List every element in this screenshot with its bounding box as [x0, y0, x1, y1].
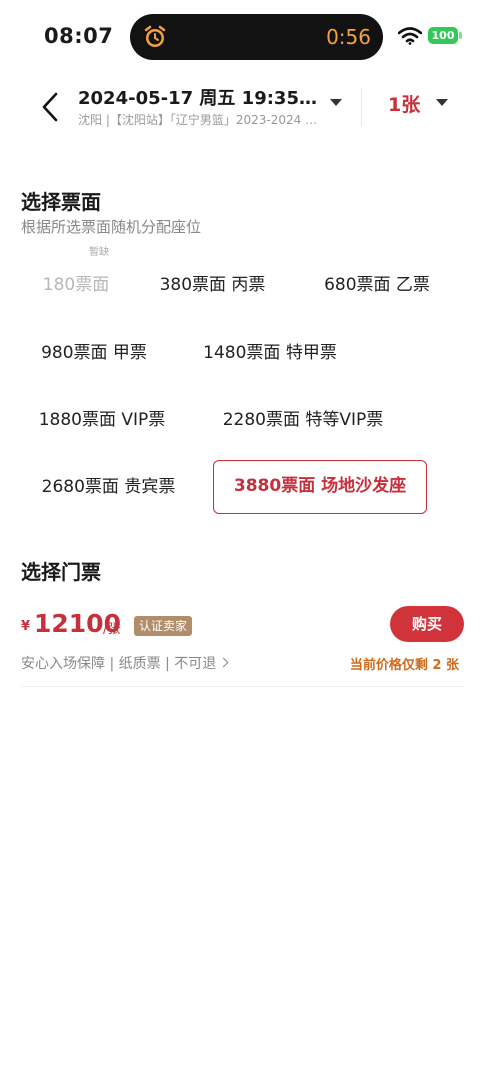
price-option-label: 980票面 甲票 — [41, 343, 147, 363]
price-option-label: 1480票面 特甲票 — [203, 343, 337, 363]
price-option-label: 2680票面 贵宾票 — [41, 477, 176, 497]
price-option-180[interactable]: 180票面 暂缺 — [21, 247, 131, 312]
chevron-down-icon — [330, 99, 342, 106]
price-option-1480[interactable]: 1480票面 特甲票 — [184, 326, 356, 380]
battery-icon: 100 — [428, 27, 458, 44]
price-option-1880[interactable]: 1880票面 VIP票 — [21, 393, 183, 447]
chevron-down-icon — [436, 99, 448, 106]
event-title: 2024-05-17 周五 19:35 总决赛 — [78, 88, 318, 109]
price-option-3880-selected[interactable]: 3880票面 场地沙发座 — [213, 460, 427, 514]
buy-button[interactable]: 购买 — [390, 606, 464, 642]
section-title-price: 选择票面 — [21, 190, 101, 214]
timer-readout: 0:56 — [326, 25, 371, 49]
wifi-icon — [398, 27, 422, 45]
guarantee-info[interactable]: 安心入场保障 | 纸质票 | 不可退 — [21, 653, 229, 673]
listing-divider — [21, 686, 464, 687]
event-selector[interactable]: 2024-05-17 周五 19:35 总决赛 沈阳 |【沈阳站】「辽宁男篮」2… — [78, 84, 346, 128]
price-option-label: 2280票面 特等VIP票 — [222, 410, 384, 430]
quantity-selector[interactable]: 1张 — [388, 90, 458, 118]
section-subtitle-price: 根据所选票面随机分配座位 — [21, 218, 202, 236]
quantity-label: 1张 — [388, 94, 421, 116]
price-option-680[interactable]: 680票面 乙票 — [304, 258, 450, 312]
stock-note: 当前价格仅剩 2 张 — [349, 658, 459, 673]
battery-tip — [459, 32, 462, 39]
section-title-ticket: 选择门票 — [21, 560, 101, 584]
price-option-label: 680票面 乙票 — [324, 275, 430, 295]
price-unit: /张 — [103, 622, 121, 637]
currency-symbol: ¥ — [21, 619, 31, 634]
price-option-980[interactable]: 980票面 甲票 — [21, 326, 167, 380]
price-option-380[interactable]: 380票面 丙票 — [141, 258, 284, 312]
price-option-2680[interactable]: 2680票面 贵宾票 — [21, 460, 196, 514]
event-subtitle: 沈阳 |【沈阳站】「辽宁男篮」2023-2024 CBA总决赛 — [78, 113, 322, 127]
shortage-tag: 暂缺 — [89, 247, 109, 258]
price-option-label: 380票面 丙票 — [159, 275, 266, 295]
certified-seller-badge: 认证卖家 — [134, 616, 193, 636]
alarm-icon — [144, 25, 166, 47]
header-divider — [361, 88, 362, 126]
price-option-label: 180票面 — [42, 275, 110, 295]
price-option-2280[interactable]: 2280票面 特等VIP票 — [203, 393, 403, 447]
guarantee-text: 安心入场保障 | 纸质票 | 不可退 — [21, 656, 217, 672]
chevron-right-icon — [218, 657, 229, 668]
status-time: 08:07 — [44, 24, 114, 48]
dynamic-island[interactable]: 0:56 — [130, 14, 383, 60]
price-option-label: 3880票面 场地沙发座 — [233, 476, 407, 496]
back-icon[interactable] — [36, 90, 64, 124]
price-option-label: 1880票面 VIP票 — [38, 410, 166, 430]
